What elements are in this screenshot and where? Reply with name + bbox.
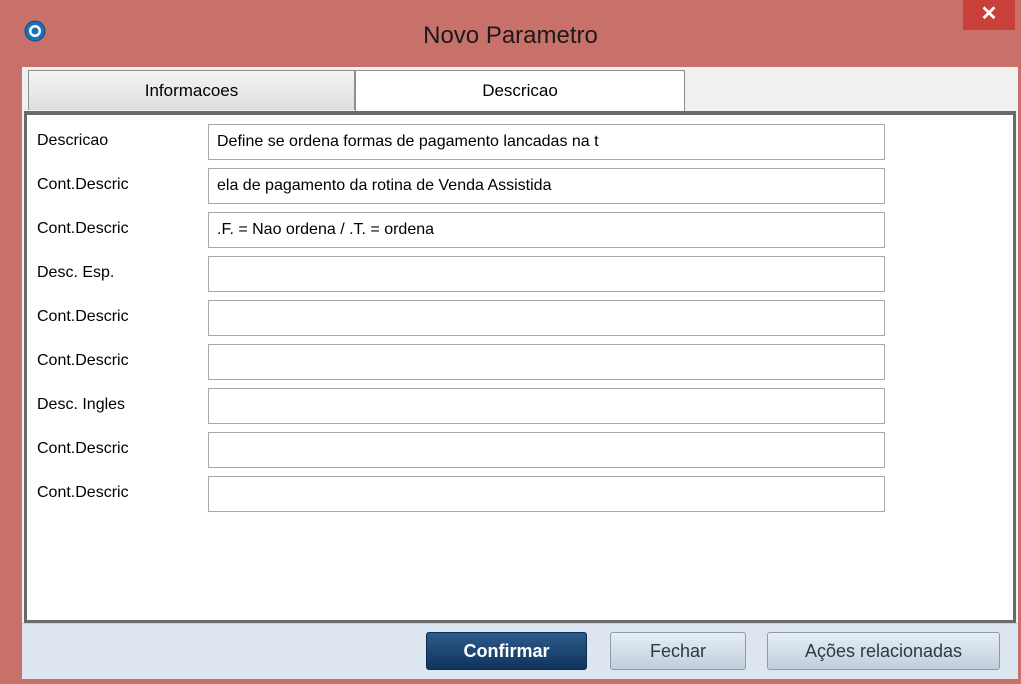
tab-informacoes-label: Informacoes — [144, 81, 239, 100]
form-row: Cont.Descric — [27, 476, 1007, 514]
field-label: Cont.Descric — [37, 220, 129, 237]
field-label: Descricao — [37, 132, 109, 149]
form-row: Cont.Descric — [27, 168, 1007, 206]
close-icon[interactable]: ✕ — [963, 0, 1015, 30]
form-row: Desc. Esp. — [27, 256, 1007, 294]
field-label: Cont.Descric — [37, 484, 129, 501]
cont-descric-field-5[interactable] — [208, 432, 885, 468]
form-row: Cont.Descric — [27, 300, 1007, 338]
window-title: Novo Parametro — [423, 22, 598, 49]
dialog-window: Novo Parametro ✕ Informacoes Descricao D… — [0, 0, 1021, 684]
tab-bar: Informacoes Descricao — [22, 67, 1018, 111]
dialog-body: Informacoes Descricao Descricao Cont.Des… — [22, 67, 1018, 679]
descricao-panel: Descricao Cont.Descric Cont.Descric Desc… — [24, 111, 1016, 623]
related-actions-button[interactable]: Ações relacionadas — [767, 632, 1000, 670]
descricao-field[interactable] — [208, 124, 885, 160]
cont-descric-field-3[interactable] — [208, 300, 885, 336]
form-row: Cont.Descric — [27, 432, 1007, 470]
cont-descric-field-6[interactable] — [208, 476, 885, 512]
field-label: Desc. Esp. — [37, 264, 115, 281]
tab-informacoes[interactable]: Informacoes — [28, 70, 355, 110]
confirm-button[interactable]: Confirmar — [426, 632, 587, 670]
close-button[interactable]: Fechar — [610, 632, 746, 670]
form-row: Cont.Descric — [27, 344, 1007, 382]
tab-descricao-label: Descricao — [482, 81, 558, 100]
field-label: Cont.Descric — [37, 352, 129, 369]
field-label: Cont.Descric — [37, 308, 129, 325]
button-bar: Confirmar Fechar Ações relacionadas — [22, 623, 1018, 679]
desc-esp-field[interactable] — [208, 256, 885, 292]
field-label: Cont.Descric — [37, 176, 129, 193]
cont-descric-field-1[interactable] — [208, 168, 885, 204]
cont-descric-field-2[interactable] — [208, 212, 885, 248]
field-label: Cont.Descric — [37, 440, 129, 457]
cont-descric-field-4[interactable] — [208, 344, 885, 380]
desc-ingles-field[interactable] — [208, 388, 885, 424]
tab-descricao[interactable]: Descricao — [355, 70, 685, 111]
field-label: Desc. Ingles — [37, 396, 126, 413]
title-bar[interactable]: Novo Parametro ✕ — [0, 0, 1021, 64]
form-row: Desc. Ingles — [27, 388, 1007, 426]
form-row: Descricao — [27, 124, 1007, 162]
form-row: Cont.Descric — [27, 212, 1007, 250]
